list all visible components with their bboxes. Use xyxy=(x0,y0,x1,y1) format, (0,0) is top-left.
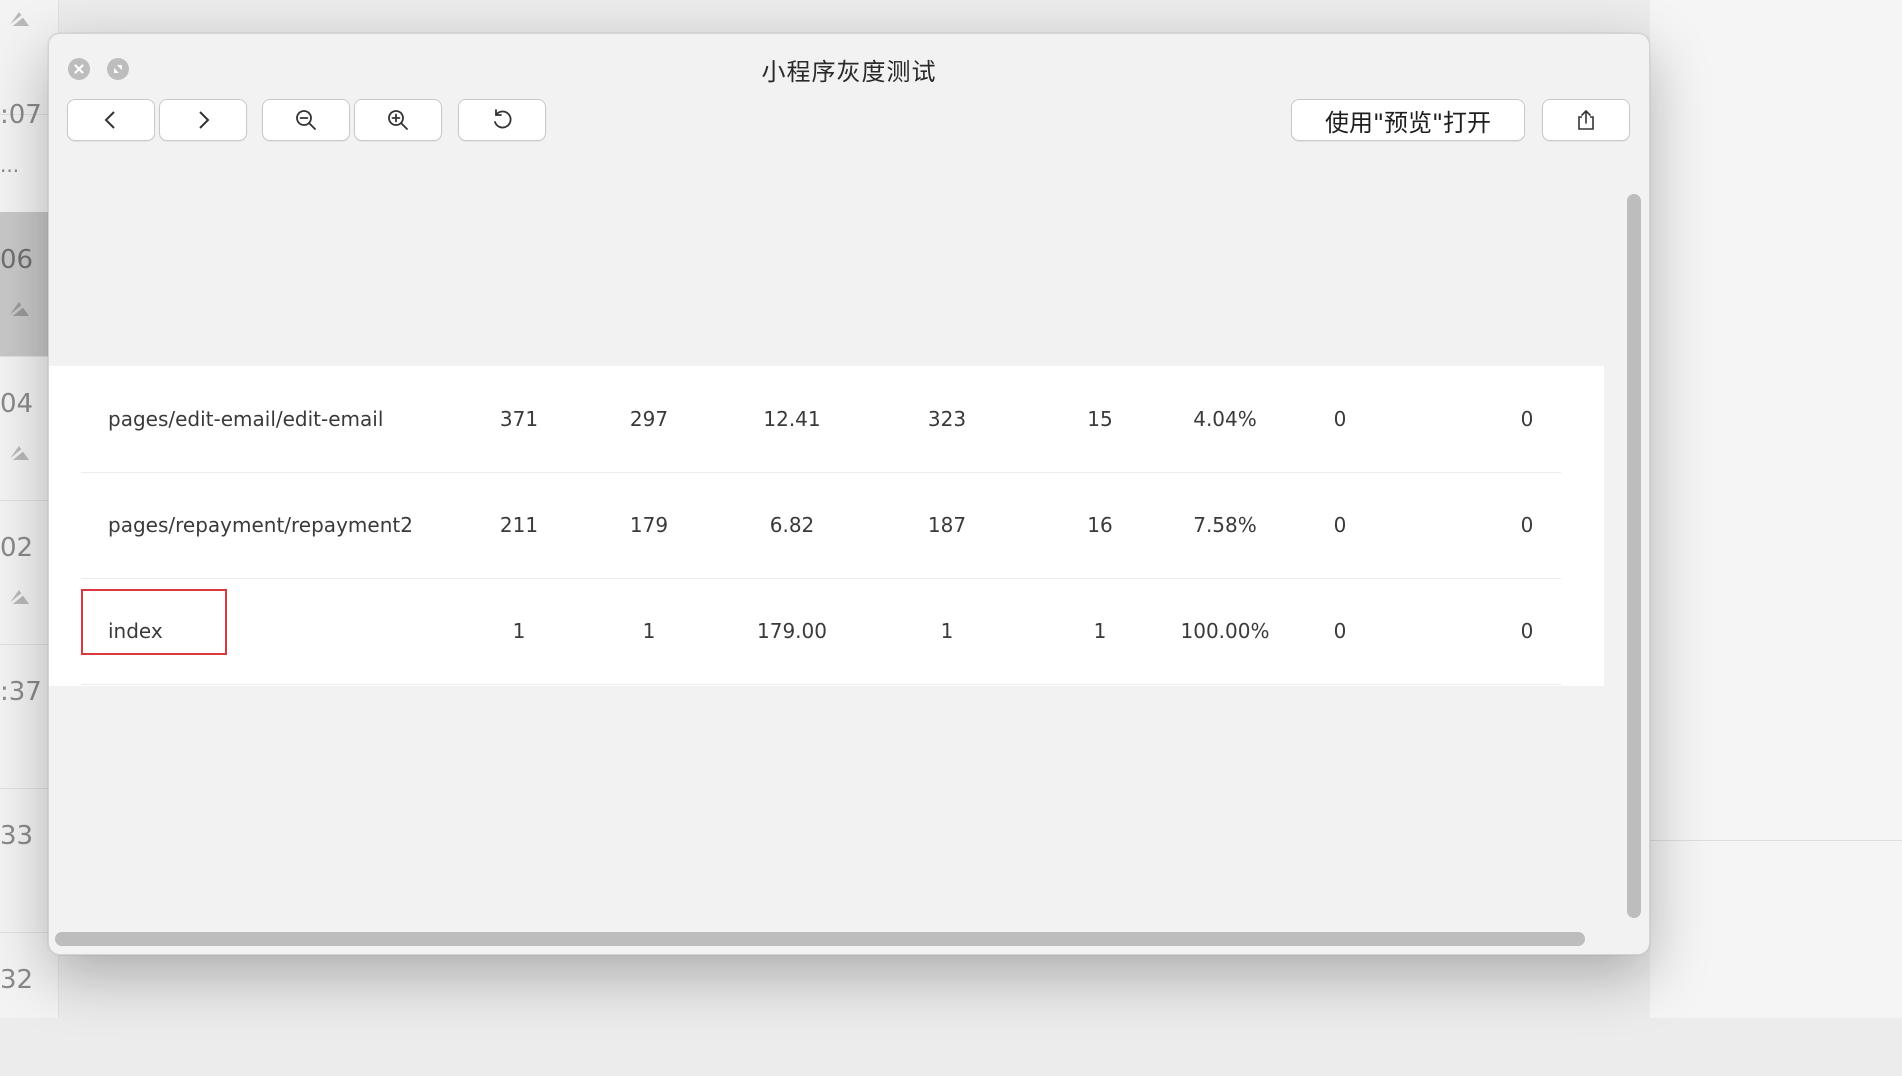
table-cell: 0 xyxy=(1333,619,1347,643)
table-row: pages/repayment/repayment2 211 179 6.82 … xyxy=(81,472,1561,579)
window-title: 小程序灰度测试 xyxy=(761,58,937,86)
close-icon xyxy=(74,64,84,74)
mute-icon xyxy=(7,298,31,320)
chat-time: 02 xyxy=(0,533,34,563)
back-button[interactable] xyxy=(67,99,155,141)
table-cell: 100.00% xyxy=(1180,619,1270,643)
forward-button[interactable] xyxy=(159,99,247,141)
chat-ellipsis: ... xyxy=(0,153,20,177)
table-row: pages/edit-email/edit-email 371 297 12.4… xyxy=(81,366,1561,473)
chat-time: :37 xyxy=(0,677,42,707)
share-button[interactable] xyxy=(1542,99,1630,141)
table-cell: 0 xyxy=(1520,407,1534,431)
table-cell: 187 xyxy=(927,513,967,537)
table-cell: 323 xyxy=(927,407,967,431)
background-chat-panel xyxy=(1650,0,1902,1018)
mute-icon xyxy=(7,586,31,608)
table-cell: 12.41 xyxy=(763,407,821,431)
chat-time: 06 xyxy=(0,245,34,275)
table-cell: 1 xyxy=(512,619,526,643)
preview-window: 小程序灰度测试 使用"预览"打开 pages/edit-email/edit-e… xyxy=(48,33,1650,955)
table-cell: 0 xyxy=(1333,513,1347,537)
table-cell: 0 xyxy=(1520,619,1534,643)
chat-time: :07 xyxy=(0,100,42,130)
rotate-button[interactable] xyxy=(458,99,546,141)
table-cell: 7.58% xyxy=(1193,513,1257,537)
background-list-item[interactable]: 32 xyxy=(0,932,58,1076)
chat-time: 33 xyxy=(0,821,34,851)
table-cell: 4.04% xyxy=(1193,407,1257,431)
document-page: pages/edit-email/edit-email 371 297 12.4… xyxy=(49,366,1604,686)
zoom-in-icon xyxy=(388,110,408,130)
fullscreen-button[interactable] xyxy=(107,58,129,80)
table-cell: 179.00 xyxy=(757,619,827,643)
table-cell: 179 xyxy=(629,513,669,537)
rotate-icon xyxy=(494,109,512,129)
open-with-preview-label: 使用"预览"打开 xyxy=(1324,108,1492,137)
zoom-out-icon xyxy=(296,110,316,130)
zoom-in-button[interactable] xyxy=(354,99,442,141)
table-cell: 1 xyxy=(642,619,656,643)
table-cell-page: pages/repayment/repayment2 xyxy=(108,513,413,537)
table-cell: 16 xyxy=(1087,513,1113,537)
horizontal-scrollbar[interactable] xyxy=(55,932,1585,946)
background-divider xyxy=(1650,840,1902,841)
table-cell: 15 xyxy=(1087,407,1113,431)
mute-icon xyxy=(7,442,31,464)
chat-time: 04 xyxy=(0,389,34,419)
table-cell: 1 xyxy=(1093,619,1107,643)
table-row: index 1 1 179.00 1 1 100.00% 0 0 xyxy=(81,578,1561,685)
table-cell: 0 xyxy=(1520,513,1534,537)
table-cell: 371 xyxy=(499,407,539,431)
table-cell: 6.82 xyxy=(769,513,815,537)
table-cell: 1 xyxy=(940,619,954,643)
table-cell: 0 xyxy=(1333,407,1347,431)
chat-time: 32 xyxy=(0,965,34,995)
close-button[interactable] xyxy=(68,58,90,80)
table-cell: 211 xyxy=(499,513,539,537)
fullscreen-icon xyxy=(114,65,122,73)
highlight-box xyxy=(81,589,227,655)
table-cell: 297 xyxy=(629,407,669,431)
share-icon xyxy=(1578,110,1594,130)
open-with-preview-button[interactable]: 使用"预览"打开 xyxy=(1291,99,1525,141)
chevron-right-icon xyxy=(199,111,210,129)
table-cell-page: pages/edit-email/edit-email xyxy=(108,407,384,431)
vertical-scrollbar[interactable] xyxy=(1627,194,1641,918)
chevron-left-icon xyxy=(104,111,115,129)
mute-icon xyxy=(7,8,31,30)
zoom-out-button[interactable] xyxy=(262,99,350,141)
